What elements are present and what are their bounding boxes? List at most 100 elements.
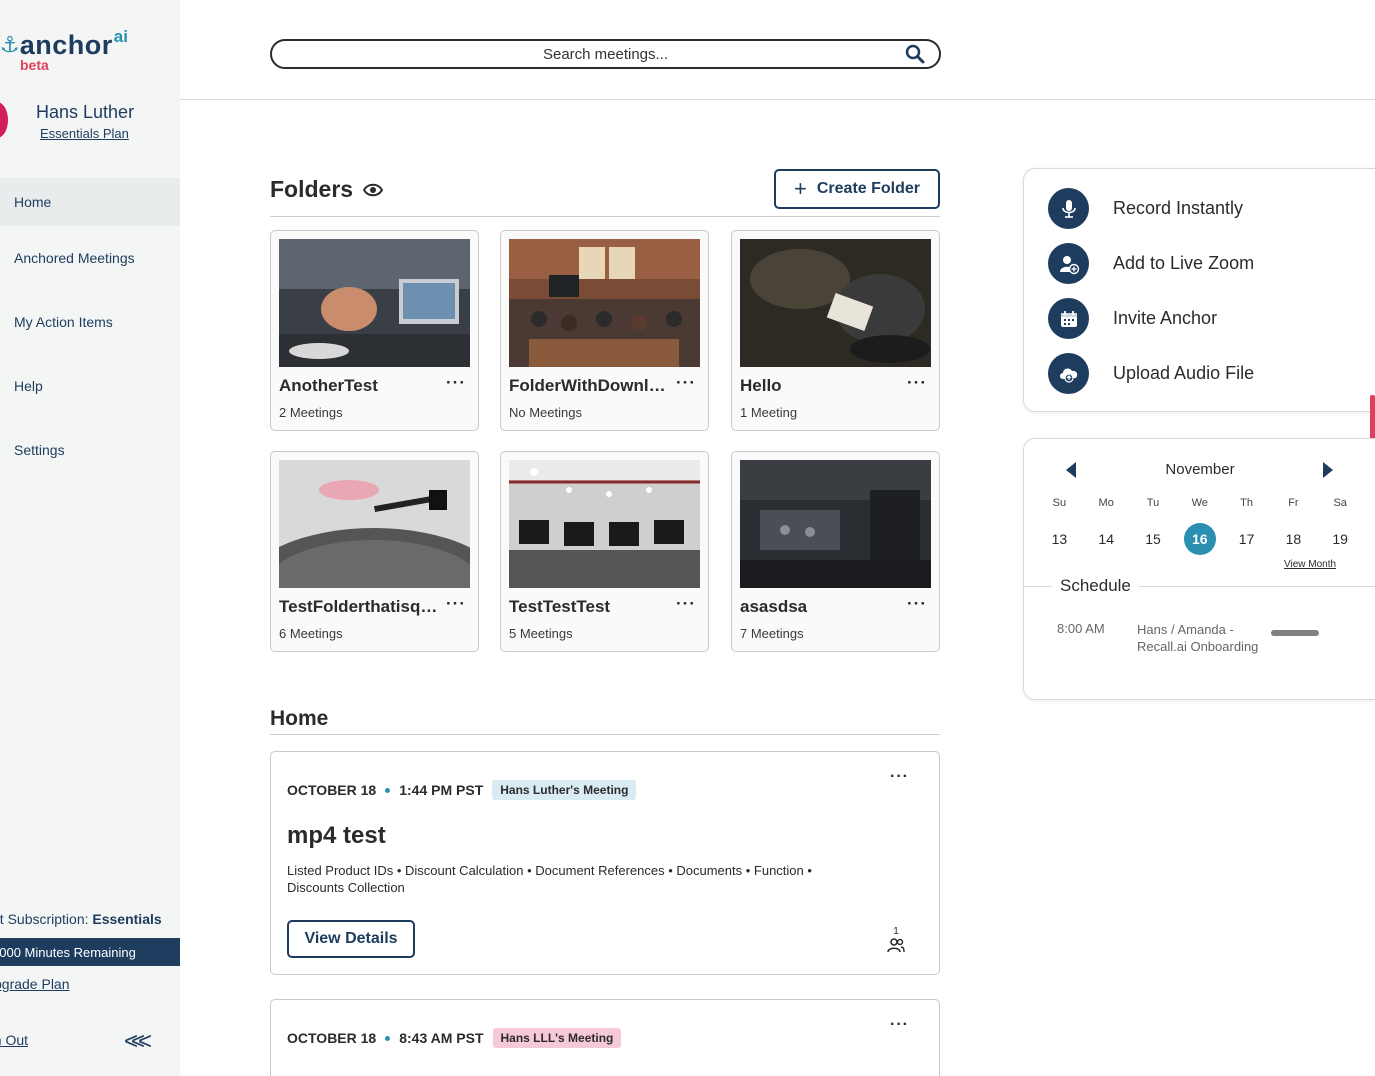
folder-card[interactable]: Hello ··· 1 Meeting xyxy=(731,230,940,431)
next-week-icon[interactable] xyxy=(1321,461,1335,479)
calendar-date[interactable]: 17 xyxy=(1223,523,1270,555)
action-label: Record Instantly xyxy=(1113,198,1244,218)
folder-name: asasdsa xyxy=(740,597,808,616)
more-options-icon[interactable]: ··· xyxy=(890,768,909,786)
calendar-date[interactable]: 13 xyxy=(1036,523,1083,555)
create-folder-button[interactable]: + Create Folder xyxy=(774,169,940,209)
calendar-widget: November Su Mo Tu We Th Fr Sa 13 14 15 1… xyxy=(1023,438,1375,700)
logo-word: anchor xyxy=(19,30,113,60)
quick-actions-panel: Record Instantly Add to Live Zoom Invite… xyxy=(1023,168,1375,412)
folder-name: AnotherTest xyxy=(279,376,378,395)
collapse-sidebar-icon[interactable]: <<< xyxy=(124,1028,152,1056)
event-status-bar xyxy=(1271,630,1319,636)
sidebar-item-settings[interactable]: Settings xyxy=(0,418,180,482)
upload-audio-file-action[interactable]: Upload Audio File xyxy=(1048,353,1254,394)
user-plan-link[interactable]: Essentials Plan xyxy=(40,126,129,141)
sidebar-item-home[interactable]: Home xyxy=(0,178,180,226)
folders-divider xyxy=(270,216,940,217)
invite-anchor-action[interactable]: Invite Anchor xyxy=(1048,298,1217,339)
subscription-line: nt Subscription: Essentials xyxy=(0,911,162,927)
sidebar-item-my-action-items[interactable]: My Action Items xyxy=(0,290,180,354)
calendar-date-today[interactable]: 16 xyxy=(1176,523,1223,555)
folder-card[interactable]: FolderWithDownloads ··· No Meetings xyxy=(500,230,709,431)
folder-name: FolderWithDownloads xyxy=(509,376,674,395)
schedule-title: Schedule xyxy=(1052,576,1139,596)
participants-icon xyxy=(887,938,905,953)
meeting-time: 8:43 AM PST xyxy=(399,1030,484,1046)
meeting-meta: OCTOBER 18 8:43 AM PST Hans LLL's Meetin… xyxy=(287,1028,622,1048)
weekday-label: Th xyxy=(1240,497,1253,509)
home-divider xyxy=(270,734,940,735)
sign-out-link[interactable]: gn Out xyxy=(0,1032,28,1048)
more-options-icon[interactable]: ··· xyxy=(907,594,927,614)
anchor-logo[interactable]: ⚓ anchor ai xyxy=(0,28,128,59)
view-details-button[interactable]: View Details xyxy=(287,920,415,958)
eye-icon[interactable] xyxy=(363,183,384,197)
weekday-label: Su xyxy=(1052,497,1067,509)
weekday-label: We xyxy=(1191,497,1208,509)
meeting-topics: Listed Product IDs • Discount Calculatio… xyxy=(287,863,812,895)
view-month-link[interactable]: View Month xyxy=(1284,559,1336,570)
calendar-date[interactable]: 18 xyxy=(1270,523,1317,555)
meeting-meta: OCTOBER 18 1:44 PM PST Hans Luther's Mee… xyxy=(287,780,637,800)
folders-heading: Folders xyxy=(270,176,384,203)
record-instantly-action[interactable]: Record Instantly xyxy=(1048,188,1243,229)
folder-meeting-count: No Meetings xyxy=(509,405,582,420)
more-options-icon[interactable]: ··· xyxy=(907,373,927,393)
calendar-date[interactable]: 19 xyxy=(1317,523,1364,555)
participants-count: 1 xyxy=(893,926,899,937)
create-folder-label: Create Folder xyxy=(816,180,920,197)
header-divider xyxy=(180,99,1375,100)
meeting-date: OCTOBER 18 xyxy=(287,1030,377,1046)
calendar-date[interactable]: 15 xyxy=(1130,523,1177,555)
calendar-icon xyxy=(1048,298,1089,339)
folder-thumbnail xyxy=(740,460,931,588)
more-options-icon[interactable]: ··· xyxy=(890,1016,909,1034)
anchor-logo-icon: ⚓ xyxy=(0,32,20,57)
subscription-label: nt Subscription: xyxy=(0,911,93,927)
sidebar-item-anchored-meetings[interactable]: Anchored Meetings xyxy=(0,226,180,290)
folder-card[interactable]: asasdsa ··· 7 Meetings xyxy=(731,451,940,652)
folder-meeting-count: 6 Meetings xyxy=(279,626,343,641)
meeting-card[interactable]: OCTOBER 18 1:44 PM PST Hans Luther's Mee… xyxy=(270,751,940,975)
sidebar-item-help[interactable]: Help xyxy=(0,354,180,418)
search-input[interactable] xyxy=(325,45,886,63)
subscription-value: Essentials xyxy=(92,911,162,927)
avatar[interactable] xyxy=(0,102,8,138)
more-options-icon[interactable]: ··· xyxy=(676,373,696,393)
sidebar: ⚓ anchor ai beta Hans Luther Essentials … xyxy=(0,0,180,1076)
folder-meeting-count: 5 Meetings xyxy=(509,626,573,641)
event-name[interactable]: Hans / Amanda - Recall.ai Onboarding xyxy=(1137,621,1277,655)
calendar-weekdays: Su Mo Tu We Th Fr Sa xyxy=(1036,497,1375,509)
folder-thumbnail xyxy=(509,460,700,588)
search-icon[interactable] xyxy=(905,44,925,64)
more-options-icon[interactable]: ··· xyxy=(446,373,466,393)
folder-name: TestFolderthatisquitelong xyxy=(279,597,444,616)
more-options-icon[interactable]: ··· xyxy=(446,594,466,614)
folder-meeting-count: 1 Meeting xyxy=(740,405,798,420)
user-name: Hans Luther xyxy=(36,102,135,122)
today-number: 16 xyxy=(1183,523,1216,555)
meeting-title[interactable]: mp4 test xyxy=(287,822,386,850)
folder-name: TestTestTest xyxy=(509,597,611,616)
search-bar xyxy=(270,39,941,69)
folder-thumbnail xyxy=(279,239,470,367)
meta-dot xyxy=(385,787,391,793)
microphone-icon xyxy=(1048,188,1089,229)
folder-card[interactable]: AnotherTest ··· 2 Meetings xyxy=(270,230,479,431)
participants-indicator[interactable]: 1 xyxy=(887,926,905,953)
weekday-label: Tu xyxy=(1146,497,1160,509)
calendar-date[interactable]: 14 xyxy=(1083,523,1130,555)
meeting-time: 1:44 PM PST xyxy=(399,782,484,798)
add-to-live-zoom-action[interactable]: Add to Live Zoom xyxy=(1048,243,1254,284)
action-label: Invite Anchor xyxy=(1113,308,1218,328)
folder-card[interactable]: TestFolderthatisquitelong ··· 6 Meetings xyxy=(270,451,479,652)
upgrade-plan-link[interactable]: pgrade Plan xyxy=(0,976,70,992)
folder-card[interactable]: TestTestTest ··· 5 Meetings xyxy=(500,451,709,652)
action-label: Upload Audio File xyxy=(1113,363,1255,383)
meeting-owner-tag: Hans LLL's Meeting xyxy=(492,1028,622,1048)
cloud-upload-icon xyxy=(1048,353,1089,394)
folder-thumbnail xyxy=(279,460,470,588)
meeting-card[interactable]: OCTOBER 18 8:43 AM PST Hans LLL's Meetin… xyxy=(270,999,940,1076)
more-options-icon[interactable]: ··· xyxy=(676,594,696,614)
